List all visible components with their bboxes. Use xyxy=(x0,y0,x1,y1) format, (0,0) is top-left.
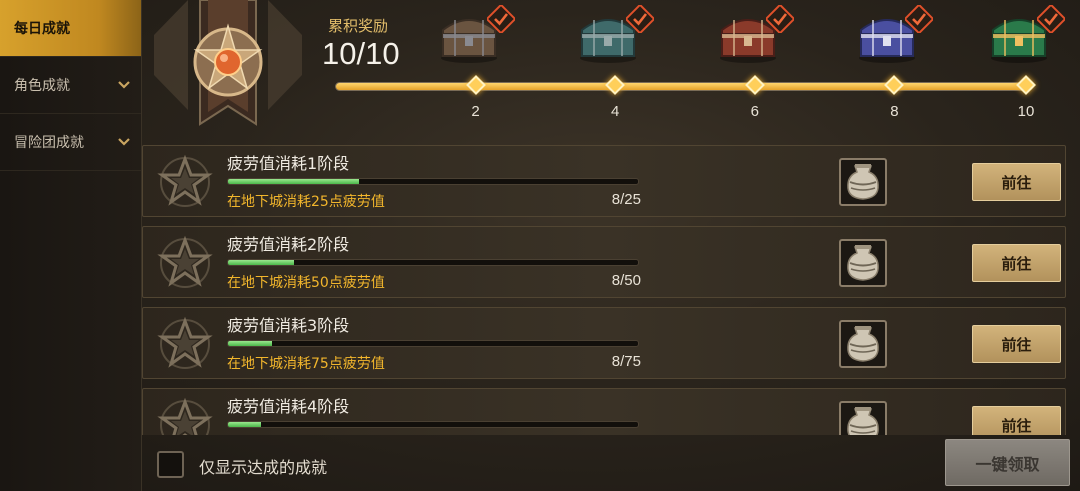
go-button[interactable]: 前往 xyxy=(972,163,1061,201)
show-completed-checkbox[interactable] xyxy=(157,451,184,478)
achievement-description: 在地下城消耗75点疲劳值 xyxy=(227,356,385,372)
star-badge-icon xyxy=(155,314,215,374)
show-completed-label: 仅显示达成的成就 xyxy=(199,458,328,477)
milestone-value: 4 xyxy=(611,103,620,120)
achievement-row: 疲劳值消耗2阶段 在地下城消耗50点疲劳值 8/50 前往 xyxy=(142,226,1066,298)
achievement-progress-bar xyxy=(227,421,639,428)
reward-milestone[interactable]: 10 xyxy=(987,0,1067,130)
reward-milestone[interactable]: 6 xyxy=(716,0,796,130)
achievement-count: 8/75 xyxy=(611,353,641,370)
sidebar-item-daily[interactable]: 每日成就 xyxy=(0,0,141,57)
claimed-check-icon xyxy=(485,3,517,35)
achievement-count: 8/25 xyxy=(611,191,641,208)
milestone-node xyxy=(884,75,905,95)
milestone-node xyxy=(744,75,765,95)
jar-icon[interactable] xyxy=(839,239,887,287)
jar-icon[interactable] xyxy=(839,320,887,368)
sidebar-item-character[interactable]: 角色成就 xyxy=(0,57,141,114)
achievement-progress-fill xyxy=(228,341,272,346)
milestone-value: 6 xyxy=(750,103,759,120)
sidebar: 每日成就 角色成就 冒险团成就 xyxy=(0,0,142,491)
cumulative-reward-count: 10/10 xyxy=(322,36,400,71)
sidebar-item-label: 冒险团成就 xyxy=(14,135,84,151)
claimed-check-icon xyxy=(903,3,935,35)
achievement-progress-bar xyxy=(227,340,639,347)
jar-icon[interactable] xyxy=(839,158,887,206)
achievement-count: 8/50 xyxy=(611,272,641,289)
claimed-check-icon xyxy=(764,3,796,35)
achievement-title: 疲劳值消耗2阶段 xyxy=(227,235,350,254)
achievement-progress-bar xyxy=(227,178,639,185)
achievement-row: 疲劳值消耗1阶段 在地下城消耗25点疲劳值 8/25 前往 xyxy=(142,145,1066,217)
milestone-value: 8 xyxy=(890,103,899,120)
milestone-node xyxy=(605,75,626,95)
claim-all-button[interactable]: 一键领取 xyxy=(945,439,1070,486)
achievement-progress-fill xyxy=(228,422,261,427)
go-button[interactable]: 前往 xyxy=(972,244,1061,282)
achievement-progress-fill xyxy=(228,179,360,184)
achievement-title: 疲劳值消耗3阶段 xyxy=(227,316,350,335)
milestone-node xyxy=(1016,75,1036,95)
chevron-down-icon xyxy=(117,78,131,92)
reward-milestone[interactable]: 8 xyxy=(855,0,935,130)
go-button[interactable]: 前往 xyxy=(972,406,1061,435)
jar-icon[interactable] xyxy=(839,401,887,435)
achievement-title: 疲劳值消耗4阶段 xyxy=(227,397,350,416)
achievement-progress-fill xyxy=(228,260,294,265)
go-button[interactable]: 前往 xyxy=(972,325,1061,363)
sidebar-item-label: 角色成就 xyxy=(14,78,70,94)
star-badge-icon xyxy=(155,233,215,293)
achievement-description: 在地下城消耗50点疲劳值 xyxy=(227,275,385,291)
milestone-node xyxy=(465,75,486,95)
sidebar-item-adventure-team[interactable]: 冒险团成就 xyxy=(0,114,141,171)
star-badge-icon xyxy=(155,395,215,435)
milestone-value: 2 xyxy=(471,103,480,120)
achievement-row: 疲劳值消耗3阶段 在地下城消耗75点疲劳值 8/75 前往 xyxy=(142,307,1066,379)
cumulative-reward-title: 累积奖励 xyxy=(328,17,389,35)
achievement-title: 疲劳值消耗1阶段 xyxy=(227,154,350,173)
star-badge-icon xyxy=(155,152,215,212)
chevron-down-icon xyxy=(117,135,131,149)
achievement-progress-bar xyxy=(227,259,639,266)
claimed-check-icon xyxy=(1035,3,1067,35)
reward-milestone[interactable]: 2 xyxy=(437,0,517,130)
milestone-value: 10 xyxy=(1017,103,1035,120)
reward-milestone[interactable]: 4 xyxy=(576,0,656,130)
achievement-emblem-icon xyxy=(148,0,308,140)
achievement-list[interactable]: 疲劳值消耗1阶段 在地下城消耗25点疲劳值 8/25 前往 疲劳值消耗2阶段 在… xyxy=(142,145,1080,435)
claimed-check-icon xyxy=(624,3,656,35)
achievement-description: 在地下城消耗25点疲劳值 xyxy=(227,194,385,210)
sidebar-item-label: 每日成就 xyxy=(14,21,70,37)
achievement-row: 疲劳值消耗4阶段 前往 xyxy=(142,388,1066,435)
